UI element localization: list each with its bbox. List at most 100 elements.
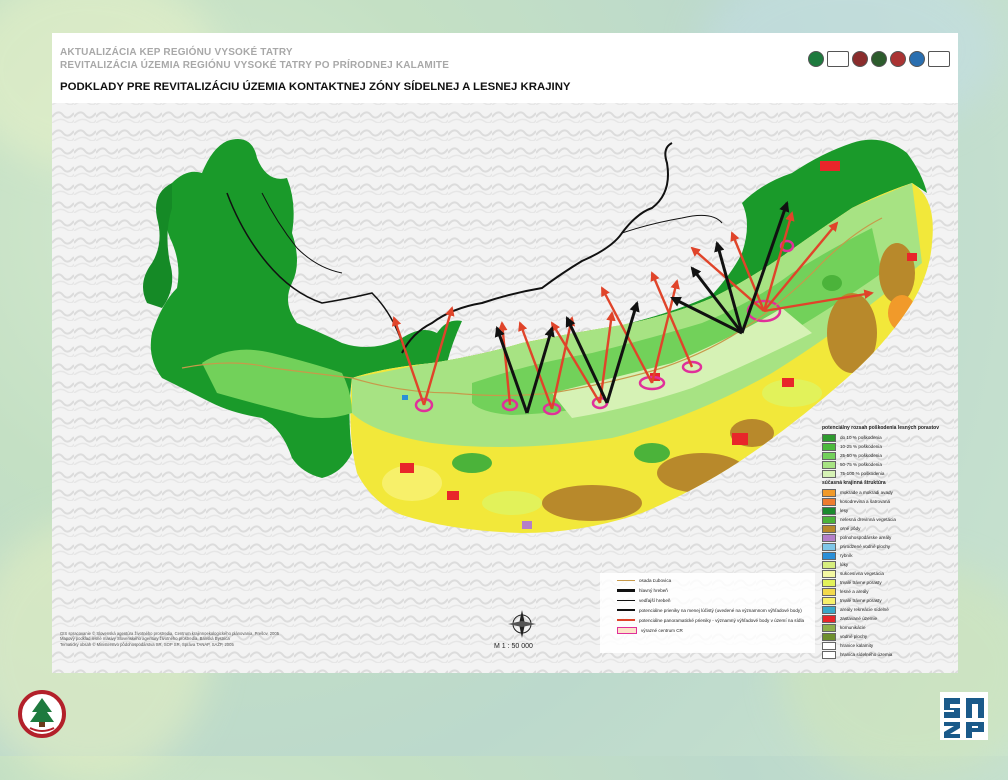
legend-line-item: hlavný hrebeň: [617, 585, 817, 595]
legend-swatch: [822, 442, 836, 451]
legend-swatch: [822, 524, 836, 533]
legend-line-label: výrazné centrum CR: [641, 627, 683, 633]
legend-label: hranica sídelného územia: [840, 652, 893, 657]
legend-swatch: [822, 596, 836, 605]
legend-item: hranice kalamity: [822, 641, 952, 650]
legend-line-sample: [617, 619, 635, 621]
legend-swatch: [822, 569, 836, 578]
legend-line-item: vedľajší hrebeň: [617, 595, 817, 605]
legend-line-item: osada Ľubovica: [617, 575, 817, 585]
legend-label: orné pôdy: [840, 526, 861, 531]
legend-label: kosodrevina a šatrovaná: [840, 499, 891, 504]
legend-label: 10-25 % poškodenia: [840, 444, 882, 449]
urban-5: [782, 378, 794, 387]
legend-item: hranica sídelného územia: [822, 650, 952, 659]
legend-swatch: [822, 469, 836, 478]
legend-label: lúky: [840, 562, 849, 567]
legend-swatch: [822, 587, 836, 596]
legend-line-label: potenciálne panoramatické prieniky - výz…: [639, 617, 805, 623]
urban-4: [732, 433, 748, 445]
urban-2: [447, 491, 459, 500]
legend-item: 75-100 % poškodenia: [822, 469, 952, 478]
legend-swatch: [822, 515, 836, 524]
legend-lines: osada Ľubovica hlavný hrebeň vedľajší hreb…: [617, 575, 817, 635]
legend-item: lúky: [822, 560, 952, 569]
legend-line-label: potenciálne prieniky na menej lúčistý (u…: [639, 607, 802, 613]
legend-label: 75-100 % poškodenia: [840, 471, 885, 476]
legend-item: rybník: [822, 551, 952, 560]
region-emblem-icon: [18, 690, 66, 738]
legend-title-potential: potenciálny rozsah poškodenia lesných po…: [822, 425, 939, 431]
urban-7: [907, 253, 917, 261]
legend-swatch: [822, 506, 836, 515]
legend-swatch: [822, 497, 836, 506]
legend-item: areály rekreácie sídelné: [822, 605, 952, 614]
legend-item: trvalé trávne porasty: [822, 578, 952, 587]
legend-swatch: [822, 632, 836, 641]
legend-swatch: [822, 623, 836, 632]
legend-swatch: [822, 605, 836, 614]
legend-label: vodné plochy: [840, 634, 868, 639]
legend-line-sample: [617, 599, 635, 601]
legend-swatch: [822, 542, 836, 551]
legend-item: 25-50 % poškodenia: [822, 451, 952, 460]
legend-swatch: [822, 578, 836, 587]
legend-swatch: [822, 488, 836, 497]
legend-swatch: [822, 641, 836, 650]
legend-swatch: [822, 551, 836, 560]
legend-label: lesy: [840, 508, 849, 513]
urban-1: [400, 463, 414, 473]
legend-label: 50-75 % poškodenia: [840, 462, 882, 467]
legend-item: lesné a areály: [822, 587, 952, 596]
legend-item: trvalé trávne porasty: [822, 596, 952, 605]
legend-item: nelesná drevinná vegetácia: [822, 515, 952, 524]
legend-item: 10-25 % poškodenia: [822, 442, 952, 451]
legend-label: trvalé trávne porasty: [840, 598, 882, 603]
urban-6: [820, 161, 840, 171]
legend-line-label: hlavný hrebeň: [639, 587, 668, 593]
farm-area: [522, 521, 532, 529]
legend-label: komunikácie: [840, 625, 866, 630]
sazp-logo-icon: [940, 692, 988, 740]
credit-line: Tematicky obsah © Ministerstvo pôdohospo…: [60, 641, 234, 647]
legend-swatch: [822, 614, 836, 623]
legend-item: lesy: [822, 506, 952, 515]
legend-item: orné pôdy: [822, 524, 952, 533]
legend-item: sukcesívna vegetácia: [822, 569, 952, 578]
legend-label: areály rekreácie sídelné: [840, 607, 889, 612]
legend-swatch: [822, 433, 836, 442]
legend-line-sample: [617, 609, 635, 611]
legend-line-sample: [617, 626, 637, 634]
legend-item: 50-75 % poškodenia: [822, 460, 952, 469]
legend-label: do 10 % poškodenia: [840, 435, 882, 440]
legend-label: lesné a areály: [840, 589, 869, 594]
legend-title-current: súčasná krajinná štruktúra: [822, 480, 886, 486]
legend-current-list: mokrade a mokradi avady kosodrevina a šat…: [822, 488, 952, 659]
legend-potential-list: do 10 % poškodenia 10-25 % poškodenia 25-5…: [822, 433, 952, 478]
legend-item: komunikácie: [822, 623, 952, 632]
legend-label: sukcesívna vegetácia: [840, 571, 884, 576]
legend-item: mokrade a mokradi avady: [822, 488, 952, 497]
legend-label: 25-50 % poškodenia: [840, 453, 882, 458]
map-scale: M 1 : 50 000: [494, 643, 533, 650]
legend-item: polnohospodárske areály: [822, 533, 952, 542]
legend-label: trvalé trávne porasty: [840, 580, 882, 585]
legend-swatch: [822, 460, 836, 469]
legend-item: kosodrevina a šatrovaná: [822, 497, 952, 506]
legend-line-sample: [617, 579, 635, 581]
compass-rose-icon: [508, 610, 536, 638]
legend-label: prirodzené vodné plochy: [840, 544, 891, 549]
legend-swatch: [822, 451, 836, 460]
legend: potenciálny rozsah poškodenia lesných po…: [822, 425, 952, 659]
credits: GIS spracovanie © Slovenská agentúra živ…: [60, 631, 360, 647]
legend-item: prirodzené vodné plochy: [822, 542, 952, 551]
legend-swatch: [822, 560, 836, 569]
legend-swatch: [822, 533, 836, 542]
legend-line-label: osada Ľubovica: [639, 577, 672, 583]
legend-swatch: [822, 650, 836, 659]
legend-label: polnohospodárske areály: [840, 535, 892, 540]
water-area: [402, 395, 408, 400]
legend-label: mokrade a mokradi avady: [840, 490, 893, 495]
legend-item: zastavané územie: [822, 614, 952, 623]
legend-line-sample: [617, 588, 635, 592]
